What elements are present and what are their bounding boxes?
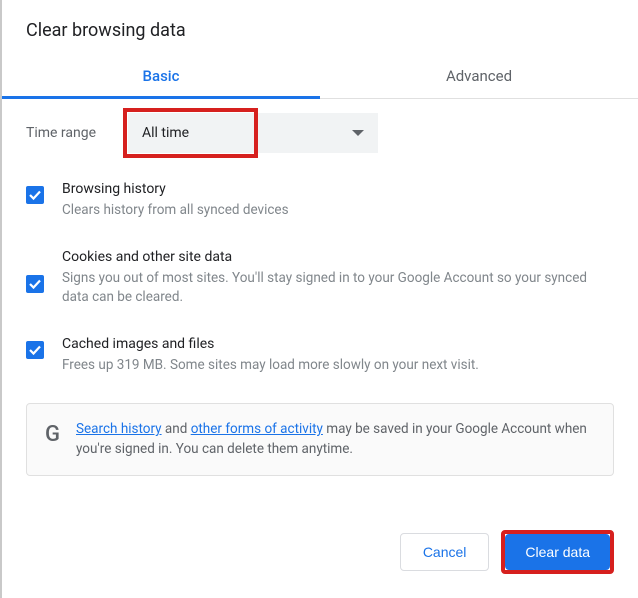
tab-label: Basic bbox=[143, 67, 180, 85]
button-row: Cancel Clear data bbox=[400, 530, 614, 574]
checkbox-browsing-history[interactable] bbox=[26, 186, 44, 204]
time-range-select-wrap: All time bbox=[128, 113, 378, 153]
info-mid: and bbox=[162, 421, 191, 437]
search-history-link[interactable]: Search history bbox=[76, 421, 162, 437]
option-browsing-history: Browsing history Clears history from all… bbox=[26, 181, 614, 221]
option-text: Cached images and files Frees up 319 MB.… bbox=[62, 336, 479, 376]
option-title: Browsing history bbox=[62, 181, 289, 197]
info-text: Search history and other forms of activi… bbox=[76, 420, 597, 459]
checkbox-cached[interactable] bbox=[26, 341, 44, 359]
option-desc: Frees up 319 MB. Some sites may load mor… bbox=[62, 356, 479, 376]
google-g-icon: G bbox=[45, 420, 60, 447]
option-text: Browsing history Clears history from all… bbox=[62, 181, 289, 221]
time-range-row: Time range All time bbox=[26, 113, 614, 153]
option-text: Cookies and other site data Signs you ou… bbox=[62, 249, 614, 308]
clear-data-wrap: Clear data bbox=[501, 530, 614, 574]
tab-basic[interactable]: Basic bbox=[2, 55, 320, 98]
dialog-content: Time range All time Browsing history Cle… bbox=[2, 99, 638, 476]
dropdown-arrow-icon bbox=[352, 130, 364, 136]
info-box: G Search history and other forms of acti… bbox=[26, 403, 614, 476]
time-range-value: All time bbox=[142, 125, 189, 141]
other-activity-link[interactable]: other forms of activity bbox=[191, 421, 323, 437]
cancel-button[interactable]: Cancel bbox=[400, 533, 490, 571]
tab-advanced[interactable]: Advanced bbox=[320, 55, 638, 98]
checkbox-cookies[interactable] bbox=[26, 275, 44, 293]
dialog-title: Clear browsing data bbox=[2, 0, 638, 55]
time-range-select[interactable]: All time bbox=[128, 113, 378, 153]
option-title: Cached images and files bbox=[62, 336, 479, 352]
time-range-label: Time range bbox=[26, 125, 116, 141]
option-title: Cookies and other site data bbox=[62, 249, 614, 265]
option-desc: Signs you out of most sites. You'll stay… bbox=[62, 269, 614, 308]
tab-row: Basic Advanced bbox=[2, 55, 638, 99]
clear-data-button[interactable]: Clear data bbox=[505, 534, 610, 570]
option-desc: Clears history from all synced devices bbox=[62, 201, 289, 221]
option-cached: Cached images and files Frees up 319 MB.… bbox=[26, 336, 614, 376]
tab-label: Advanced bbox=[446, 67, 512, 85]
option-cookies: Cookies and other site data Signs you ou… bbox=[26, 249, 614, 308]
clear-browsing-data-dialog: Clear browsing data Basic Advanced Time … bbox=[0, 0, 638, 598]
